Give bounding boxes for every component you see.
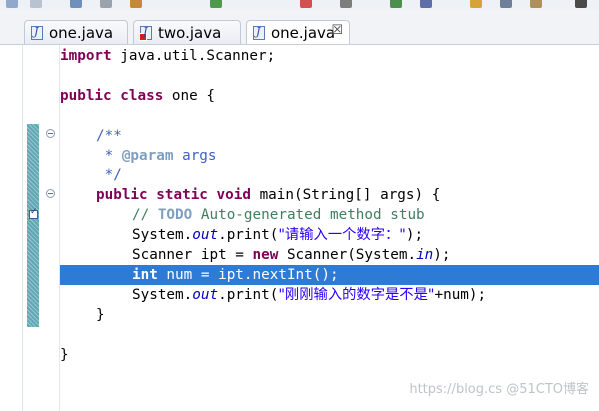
toolbar-icon[interactable] bbox=[70, 0, 82, 8]
change-marker-bar bbox=[27, 124, 39, 327]
code-line-6: * @param args bbox=[96, 148, 217, 164]
close-icon[interactable]: ☒ bbox=[331, 23, 343, 38]
left-ruler bbox=[0, 45, 23, 411]
toolbar-icon[interactable] bbox=[470, 0, 482, 8]
toolbar-icon[interactable] bbox=[340, 0, 352, 8]
code-line-7: */ bbox=[96, 167, 122, 183]
toolbar-icon[interactable] bbox=[500, 0, 512, 8]
tab-label: one.java bbox=[271, 23, 336, 42]
code-line-16: } bbox=[60, 347, 69, 363]
code-line-9: // TODO Auto-generated method stub bbox=[132, 207, 425, 223]
task-marker-icon[interactable] bbox=[29, 207, 38, 219]
code-line-1: import java.util.Scanner; bbox=[60, 48, 276, 64]
toolbar-icon[interactable] bbox=[300, 0, 312, 8]
java-file-error-icon bbox=[139, 25, 152, 41]
code-line-5: /** bbox=[96, 128, 122, 144]
tab-one-java-active[interactable]: one.java ☒ bbox=[246, 20, 350, 44]
tab-two-java[interactable]: two.java bbox=[133, 20, 241, 44]
java-file-icon bbox=[253, 25, 265, 40]
fold-toggle-icon[interactable] bbox=[46, 129, 55, 138]
editor-tab-bar: one.java two.java one.java ☒ bbox=[0, 10, 599, 45]
code-line-12-selected: int num = ipt.nextInt(); bbox=[60, 265, 599, 285]
tab-one-java[interactable]: one.java bbox=[24, 20, 128, 44]
code-line-3: public class one { bbox=[60, 88, 215, 104]
toolbar-icon[interactable] bbox=[130, 0, 142, 8]
java-file-icon bbox=[31, 25, 43, 40]
toolbar-icon[interactable] bbox=[390, 0, 402, 8]
toolbar-icon[interactable] bbox=[575, 0, 587, 8]
toolbar-icon[interactable] bbox=[100, 0, 112, 8]
tab-label: two.java bbox=[158, 23, 222, 42]
toolbar-icon[interactable] bbox=[30, 0, 42, 8]
watermark: https://blog.cs @51CTO博客 bbox=[409, 382, 589, 397]
code-line-14: } bbox=[96, 307, 105, 323]
code-line-10: System.out.print("请输入一个数字："); bbox=[132, 227, 424, 243]
tab-label: one.java bbox=[49, 23, 114, 42]
fold-toggle-icon[interactable] bbox=[46, 189, 55, 198]
code-editor[interactable]: import java.util.Scanner; public class o… bbox=[60, 45, 599, 411]
toolbar-icon[interactable] bbox=[420, 0, 432, 8]
toolbar-icon[interactable] bbox=[530, 0, 542, 8]
toolbar-icon[interactable] bbox=[6, 0, 18, 8]
code-line-11: Scanner ipt = new Scanner(System.in); bbox=[132, 247, 451, 263]
code-line-13: System.out.print("刚刚输入的数字是不是"+num); bbox=[132, 287, 487, 303]
code-line-8: public static void main(String[] args) { bbox=[96, 187, 441, 203]
toolbar-icon[interactable] bbox=[210, 0, 222, 8]
main-toolbar bbox=[0, 0, 599, 10]
